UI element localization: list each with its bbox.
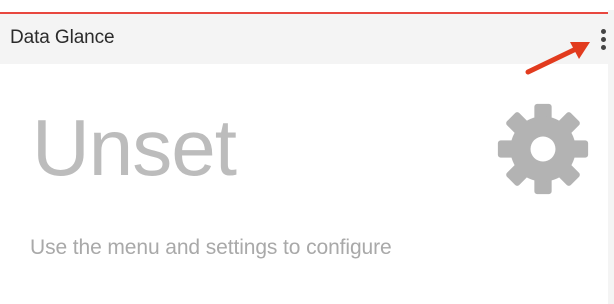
widget-header: Data Glance (0, 12, 608, 64)
status-value: Unset (32, 103, 237, 192)
red-arrow-icon (525, 42, 590, 75)
instruction-text: Use the menu and settings to configure (30, 236, 392, 259)
kebab-menu-icon[interactable] (596, 26, 612, 56)
widget-title: Data Glance (10, 27, 115, 48)
data-glance-widget: Data Glance Unset Use the menu and setti… (0, 0, 614, 304)
gear-icon[interactable] (495, 101, 591, 197)
